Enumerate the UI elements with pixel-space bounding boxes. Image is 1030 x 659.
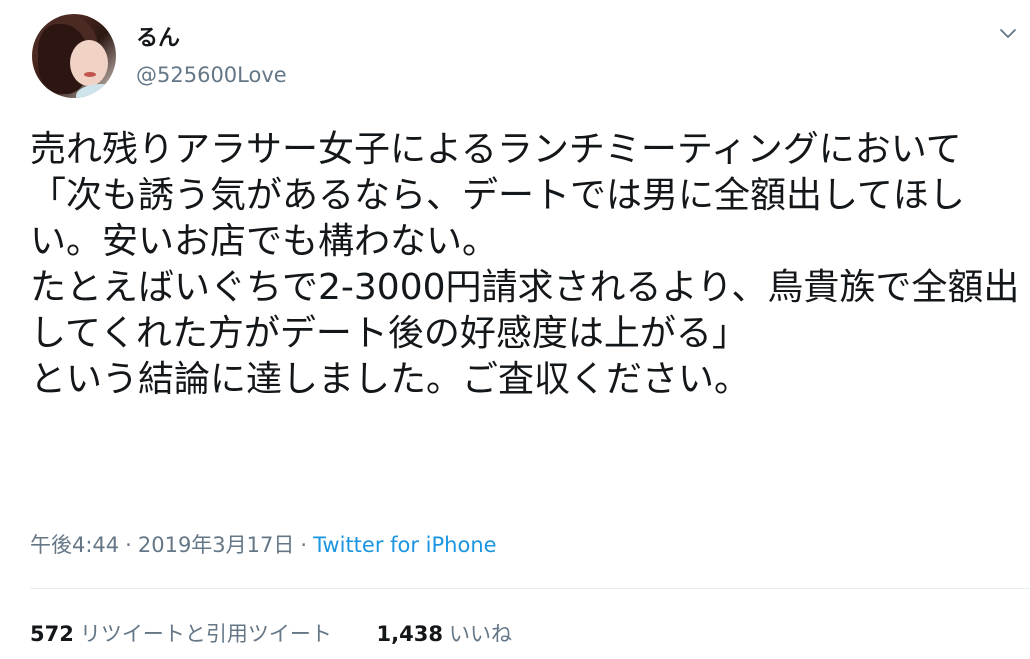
tweet-date[interactable]: 2019年3月17日 bbox=[138, 533, 295, 557]
more-options-button[interactable] bbox=[996, 22, 1020, 46]
tweet-meta: 午後4:44 · 2019年3月17日 · Twitter for iPhone bbox=[30, 529, 497, 561]
retweets-count: 572 bbox=[30, 622, 74, 646]
tweet-stats: 572 リツイートと引用ツイート 1,438 いいね bbox=[30, 618, 512, 650]
avatar-shoulder bbox=[76, 84, 116, 98]
meta-separator: · bbox=[125, 533, 132, 557]
tweet-source-link[interactable]: Twitter for iPhone bbox=[313, 533, 497, 557]
avatar[interactable] bbox=[32, 14, 116, 98]
tweet-time[interactable]: 午後4:44 bbox=[30, 533, 119, 557]
tweet-text: 売れ残りアラサー女子によるランチミーティングにおいて 「次も誘う気があるなら、デ… bbox=[30, 129, 1020, 400]
tweet: るん @525600Love 売れ残りアラサー女子によるランチミーティングにおい… bbox=[0, 0, 1030, 659]
avatar-lip bbox=[84, 72, 96, 77]
likes-count: 1,438 bbox=[376, 622, 443, 646]
retweets-label: リツイートと引用ツイート bbox=[79, 622, 332, 646]
likes-stat[interactable]: 1,438 いいね bbox=[377, 618, 512, 650]
retweets-stat[interactable]: 572 リツイートと引用ツイート bbox=[30, 618, 332, 650]
display-name[interactable]: るん bbox=[136, 24, 180, 54]
meta-separator: · bbox=[300, 533, 308, 557]
avatar-face bbox=[70, 40, 108, 86]
likes-label: いいね bbox=[448, 622, 512, 646]
divider bbox=[30, 588, 1030, 589]
chevron-down-icon bbox=[999, 25, 1017, 44]
user-handle[interactable]: @525600Love bbox=[136, 60, 287, 90]
